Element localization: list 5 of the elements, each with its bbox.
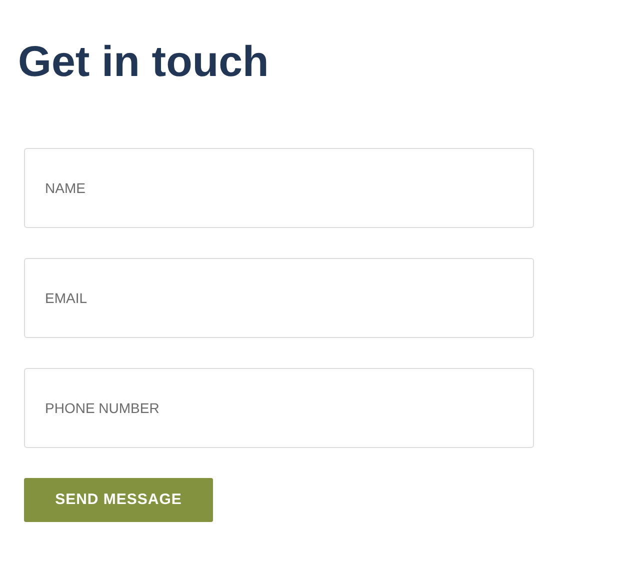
page-heading: Get in touch bbox=[18, 37, 269, 88]
text-field[interactable]: PHONE NUMBER bbox=[24, 368, 534, 448]
text-field[interactable]: EMAIL bbox=[24, 258, 534, 338]
text-field[interactable]: NAME bbox=[24, 148, 534, 228]
send-message-button[interactable]: SEND MESSAGE bbox=[24, 478, 213, 522]
